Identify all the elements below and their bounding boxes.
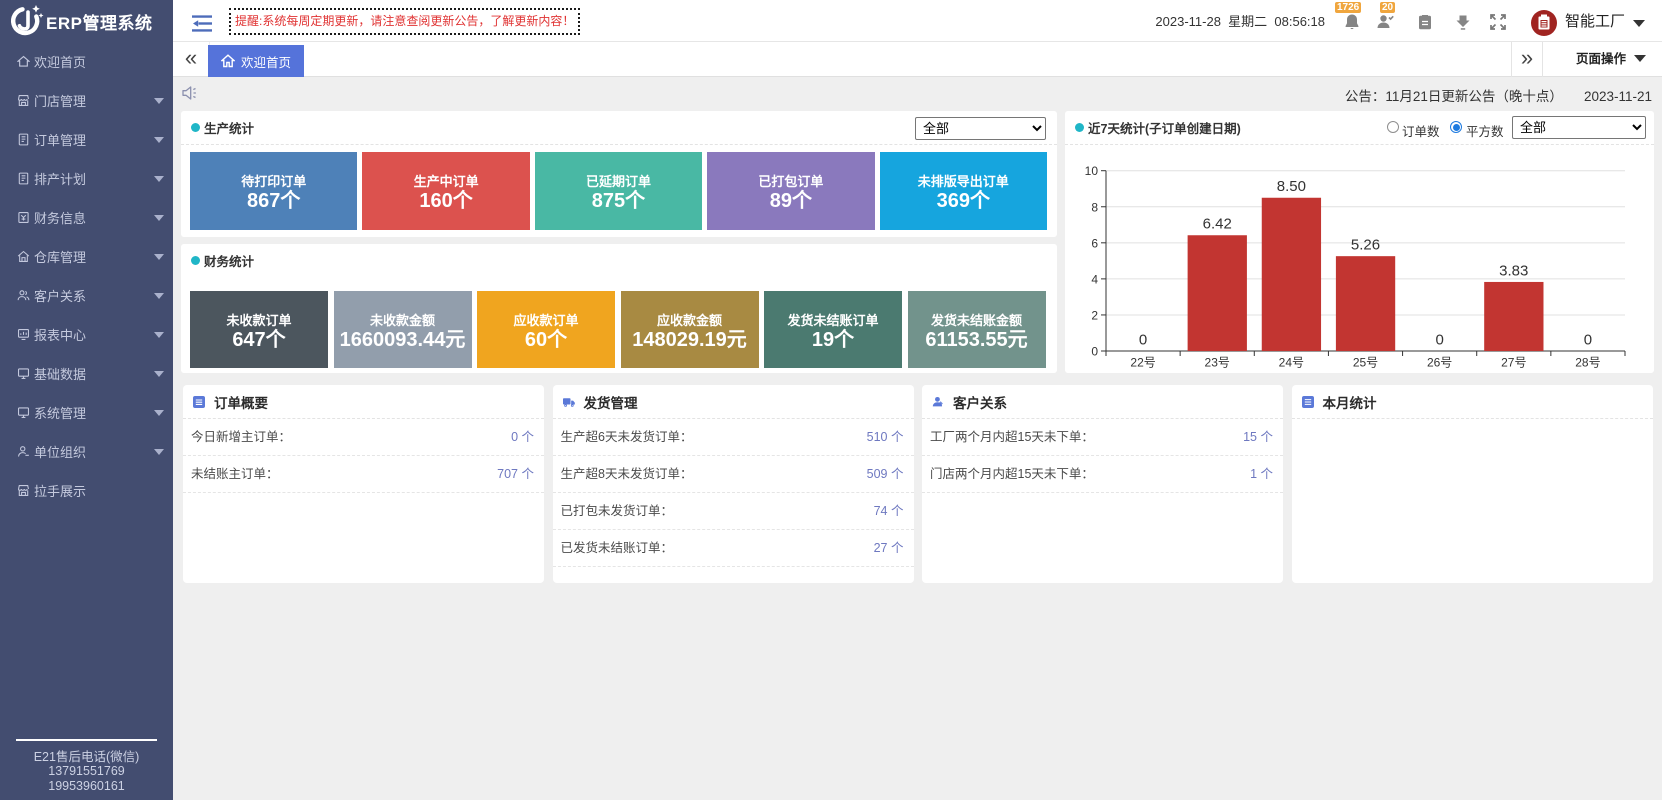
svg-text:28号: 28号 [1575,356,1600,370]
svg-text:8: 8 [1091,200,1098,214]
svg-text:23号: 23号 [1205,356,1230,370]
svg-text:4: 4 [1091,272,1098,286]
svg-text:2: 2 [1091,308,1098,322]
svg-text:6.42: 6.42 [1203,216,1232,233]
svg-text:22号: 22号 [1130,356,1155,370]
svg-text:3.83: 3.83 [1499,262,1528,279]
svg-text:0: 0 [1584,332,1592,349]
svg-text:26号: 26号 [1427,356,1452,370]
svg-text:6: 6 [1091,236,1098,250]
svg-text:10: 10 [1085,164,1099,178]
svg-text:8.50: 8.50 [1277,178,1306,195]
svg-text:25号: 25号 [1353,356,1378,370]
svg-text:0: 0 [1091,345,1098,359]
svg-text:0: 0 [1435,332,1443,349]
svg-text:27号: 27号 [1501,356,1526,370]
svg-text:24号: 24号 [1279,356,1304,370]
svg-text:0: 0 [1139,332,1147,349]
svg-text:5.26: 5.26 [1351,237,1380,254]
